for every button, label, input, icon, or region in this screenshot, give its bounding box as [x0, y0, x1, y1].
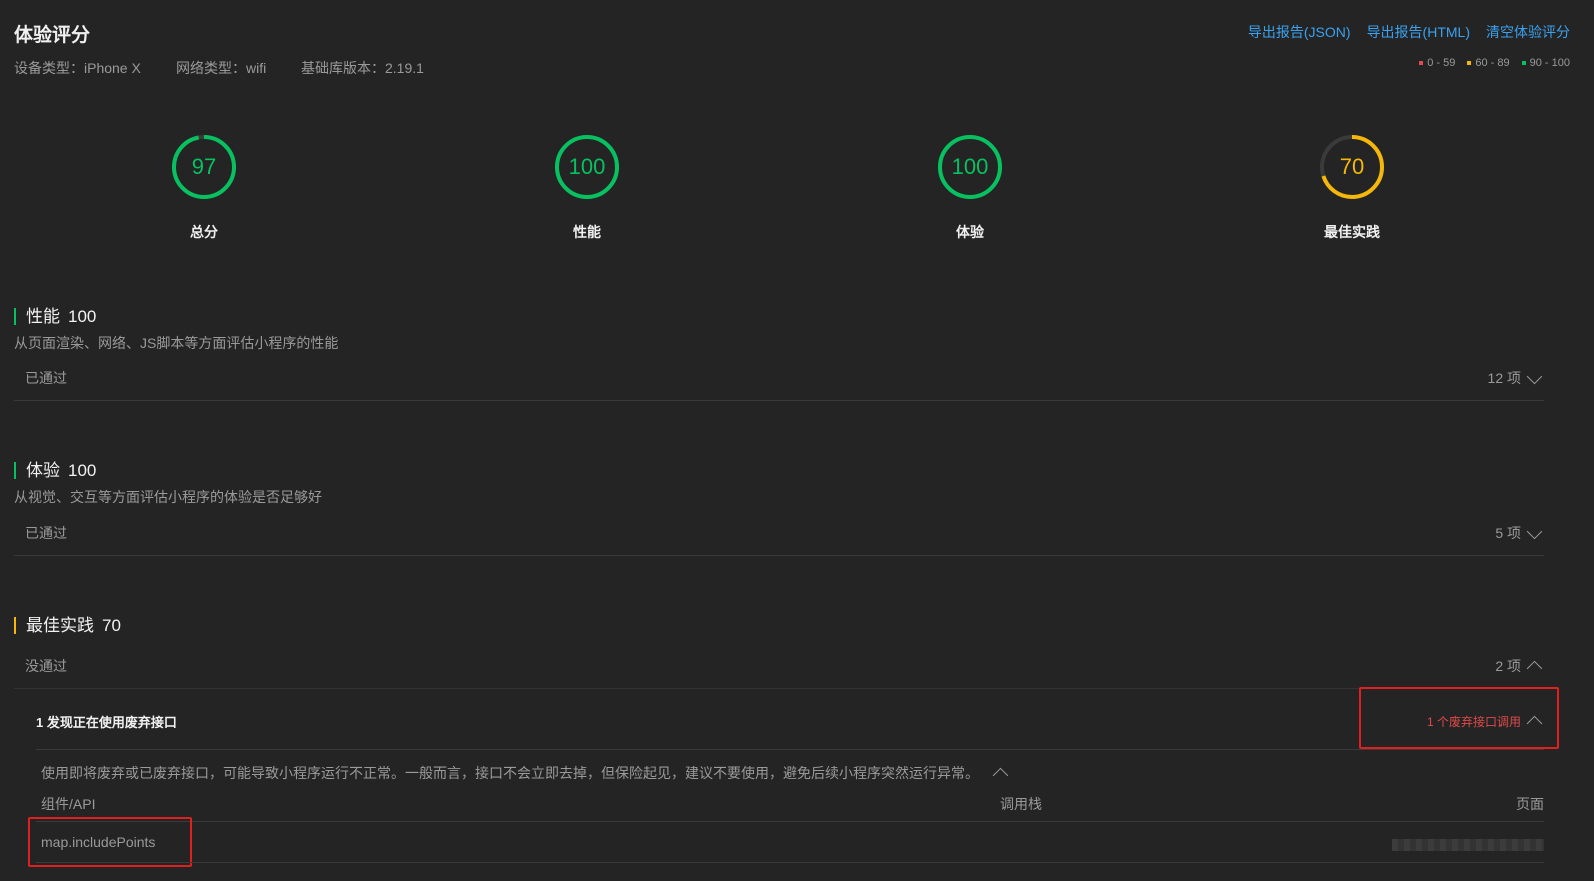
network-type: 网络类型：wifi	[176, 60, 267, 76]
item-count: 5 项	[1495, 525, 1521, 541]
status-label: 没通过	[25, 658, 67, 674]
audit-item-title: 1 发现正在使用废弃接口	[36, 714, 177, 730]
gauge-experience: 100 体验	[910, 132, 1030, 242]
performance-passed-row[interactable]: 已通过 12 项	[14, 356, 1544, 401]
green-square-icon	[1521, 61, 1526, 66]
gauge-label: 体验	[956, 224, 984, 240]
section-title-best-practice: 最佳实践 70	[14, 617, 121, 634]
export-html-link[interactable]: 导出报告(HTML)	[1367, 22, 1470, 42]
yellow-square-icon	[1467, 61, 1472, 66]
audit-item-description: 使用即将废弃或已废弃接口，可能导致小程序运行不正常。一般而言，接口不会立即去掉，…	[41, 763, 1009, 783]
item-count: 12 项	[1487, 370, 1521, 386]
report-actions: 导出报告(JSON) 导出报告(HTML) 清空体验评分	[1248, 22, 1570, 42]
item-count: 2 项	[1495, 658, 1521, 674]
score-legend: 0 - 59 60 - 89 90 - 100	[1419, 57, 1570, 69]
gauge-performance: 100 性能	[527, 132, 647, 242]
legend-item-mid: 60 - 89	[1467, 57, 1510, 69]
device-type: 设备类型：iPhone X	[14, 60, 141, 76]
gauge-total: 97 总分	[144, 132, 264, 242]
lib-version: 基础库版本：2.19.1	[301, 60, 424, 76]
clear-score-link[interactable]: 清空体验评分	[1486, 22, 1570, 42]
chevron-up-icon[interactable]	[992, 767, 1009, 783]
gauge-value: 97	[191, 154, 217, 179]
status-label: 已通过	[25, 525, 67, 541]
gauge-best-practice: 70 最佳实践	[1292, 132, 1412, 242]
gauge-value: 100	[568, 154, 606, 179]
gauge-label: 最佳实践	[1324, 224, 1380, 240]
highlight-box	[28, 817, 192, 867]
chevron-down-icon[interactable]	[1526, 368, 1543, 384]
chevron-down-icon[interactable]	[1526, 523, 1543, 539]
experience-passed-row[interactable]: 已通过 5 项	[14, 511, 1544, 556]
table-divider	[36, 862, 1544, 863]
section-title-performance: 性能 100	[14, 308, 96, 325]
gauge-value: 70	[1339, 154, 1365, 179]
legend-item-high: 90 - 100	[1521, 57, 1570, 69]
deprecated-api-item[interactable]: 1 发现正在使用废弃接口 1 个废弃接口调用	[36, 693, 1544, 750]
column-header-stack: 调用栈	[1000, 796, 1042, 812]
gauge-value: 100	[951, 154, 989, 179]
table-divider	[36, 821, 1544, 822]
highlight-box	[1359, 687, 1559, 749]
section-desc-performance: 从页面渲染、网络、JS脚本等方面评估小程序的性能	[14, 335, 339, 351]
gauge-label: 总分	[190, 224, 218, 240]
page-path-redacted	[1392, 839, 1544, 851]
red-square-icon	[1419, 61, 1424, 66]
export-json-link[interactable]: 导出报告(JSON)	[1248, 22, 1351, 42]
page-title: 体验评分	[14, 25, 91, 46]
status-label: 已通过	[25, 370, 67, 386]
section-title-experience: 体验 100	[14, 462, 96, 479]
column-header-page: 页面	[1516, 796, 1544, 812]
legend-item-low: 0 - 59	[1419, 57, 1455, 69]
section-desc-experience: 从视觉、交互等方面评估小程序的体验是否足够好	[14, 489, 322, 505]
column-header-api: 组件/API	[41, 796, 96, 812]
best-practice-failed-row[interactable]: 没通过 2 项	[14, 644, 1544, 689]
chevron-up-icon[interactable]	[1526, 660, 1543, 676]
gauge-label: 性能	[573, 224, 601, 240]
